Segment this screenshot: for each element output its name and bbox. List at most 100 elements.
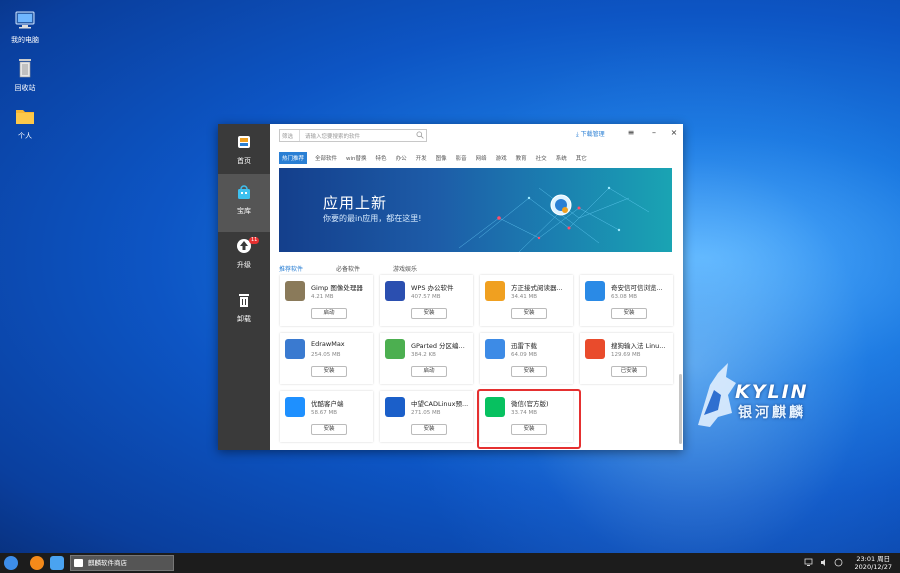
app-logo-icon: [385, 397, 405, 417]
app-size: 384.2 KB: [411, 352, 436, 358]
sidebar-item-label: 升级: [237, 261, 251, 269]
tab-category[interactable]: 办公: [395, 152, 408, 164]
app-action-button[interactable]: 安装: [311, 366, 347, 377]
app-card[interactable]: 迅雷下载 64.09 MB 安装: [480, 333, 573, 384]
app-action-button[interactable]: 启动: [311, 308, 347, 319]
section-tab-games[interactable]: 游戏娱乐: [393, 264, 417, 273]
search-input[interactable]: 请输入您要搜索的软件: [305, 132, 360, 140]
notification-icon[interactable]: [834, 558, 843, 567]
taskbar: 麒麟软件商店 23:01 周日 2020/12/27: [0, 553, 900, 573]
tab-category[interactable]: 开发: [415, 152, 428, 164]
folder-icon: [16, 110, 34, 124]
app-card[interactable]: 搜狗输入法 Linu... 129.69 MB 已安装: [580, 333, 673, 384]
app-logo-icon: [385, 281, 405, 301]
desktop-icon-trash[interactable]: 回收站: [0, 58, 50, 93]
app-action-button[interactable]: 安装: [511, 366, 547, 377]
app-size: 4.21 MB: [311, 294, 334, 300]
taskbar-item-software-store[interactable]: 麒麟软件商店: [70, 555, 174, 571]
app-name: GParted 分区编...: [411, 342, 465, 350]
app-logo-icon: [485, 281, 505, 301]
store-icon: [238, 185, 250, 199]
file-manager-icon[interactable]: [50, 556, 64, 570]
search-box[interactable]: 筛选 请输入您要搜索的软件: [279, 129, 427, 142]
start-menu-icon[interactable]: [4, 556, 18, 570]
banner-title: 应用上新: [323, 194, 388, 212]
desktop-icon-computer[interactable]: 我的电脑: [0, 10, 50, 45]
clock[interactable]: 23:01 周日 2020/12/27: [855, 555, 892, 571]
tab-category[interactable]: 社交: [535, 152, 548, 164]
menu-button[interactable]: ≡: [625, 127, 637, 139]
upgrade-badge: 11: [249, 237, 260, 244]
app-action-button[interactable]: 安装: [411, 308, 447, 319]
desktop-icon-folder[interactable]: 个人: [0, 106, 50, 141]
app-size: 129.69 MB: [611, 352, 641, 358]
app-logo-icon: [385, 339, 405, 359]
uninstall-icon: [239, 294, 249, 307]
tab-category[interactable]: 系统: [555, 152, 568, 164]
sidebar-item-label: 首页: [237, 157, 251, 165]
app-action-button[interactable]: 已安装: [611, 366, 647, 377]
app-size: 271.05 MB: [411, 410, 441, 416]
sidebar-item-upgrade[interactable]: 11 升级: [218, 228, 270, 286]
tab-category[interactable]: 特色: [375, 152, 388, 164]
app-name: 奇安信可信浏览...: [611, 284, 663, 292]
close-button[interactable]: ×: [668, 127, 680, 139]
sidebar-item-store[interactable]: 宝库: [218, 174, 270, 232]
section-tab-essential[interactable]: 必备软件: [336, 264, 360, 273]
app-name: 迅雷下载: [511, 342, 537, 350]
minimize-button[interactable]: –: [648, 127, 660, 139]
volume-icon[interactable]: [820, 558, 829, 567]
search-scope-select[interactable]: 筛选: [280, 130, 300, 141]
app-logo-icon: [585, 281, 605, 301]
app-card[interactable]: 奇安信可信浏览... 63.08 MB 安装: [580, 275, 673, 326]
app-action-button[interactable]: 安装: [511, 308, 547, 319]
banner-subtitle: 你要的最in应用，都在这里!: [323, 214, 422, 223]
sidebar-item-uninstall[interactable]: 卸载: [218, 282, 270, 340]
network-icon[interactable]: [804, 558, 813, 567]
app-size: 407.57 MB: [411, 294, 441, 300]
tab-category[interactable]: 其它: [575, 152, 588, 164]
section-tab-recommended[interactable]: 推荐软件: [279, 264, 303, 273]
app-card[interactable]: 方正接式阅读器... 34.41 MB 安装: [480, 275, 573, 326]
app-card[interactable]: 优酷客户端 58.67 MB 安装: [280, 391, 373, 442]
app-name: 搜狗输入法 Linu...: [611, 342, 666, 350]
app-name: 方正接式阅读器...: [511, 284, 563, 292]
promo-banner[interactable]: 应用上新 你要的最in应用，都在这里!: [279, 168, 672, 252]
app-logo-icon: [585, 339, 605, 359]
app-name: WPS 办公软件: [411, 284, 454, 292]
app-card[interactable]: EdrawMax 254.05 MB 安装: [280, 333, 373, 384]
app-action-button[interactable]: 安装: [311, 424, 347, 435]
app-action-button[interactable]: 启动: [411, 366, 447, 377]
tab-category[interactable]: 影音: [455, 152, 468, 164]
download-manager-label: 下载管理: [580, 131, 605, 138]
app-size: 64.09 MB: [511, 352, 538, 358]
sidebar-item-label: 卸载: [237, 315, 251, 323]
app-name: Gimp 图像处理器: [311, 284, 363, 292]
app-card[interactable]: WPS 办公软件 407.57 MB 安装: [380, 275, 473, 326]
tab-category[interactable]: 网络: [475, 152, 488, 164]
tab-category[interactable]: 全部软件: [314, 152, 338, 164]
download-manager-button[interactable]: ⤓ 下载管理: [576, 129, 605, 139]
tab-category[interactable]: 图像: [435, 152, 448, 164]
app-action-button[interactable]: 安装: [411, 424, 447, 435]
app-card[interactable]: 中望CADLinux预... 271.05 MB 安装: [380, 391, 473, 442]
app-card[interactable]: GParted 分区编... 384.2 KB 启动: [380, 333, 473, 384]
app-logo-icon: [285, 397, 305, 417]
search-icon[interactable]: [416, 131, 424, 139]
tab-category[interactable]: 教育: [515, 152, 528, 164]
tab-category[interactable]: win替换: [345, 152, 368, 164]
software-store-window: 首页 宝库 11 升级 卸载 筛选 请输入您要搜索的软件 ⤓ 下载管理 ≡ – …: [218, 124, 683, 450]
scrollbar[interactable]: [679, 374, 682, 444]
kylin-brand-name: KYLIN: [735, 381, 809, 403]
tab-category[interactable]: 热门推荐: [279, 152, 308, 164]
app-card[interactable]: Gimp 图像处理器 4.21 MB 启动: [280, 275, 373, 326]
tab-category[interactable]: 游戏: [495, 152, 508, 164]
clock-date: 2020/12/27: [854, 563, 892, 571]
sidebar: 首页 宝库 11 升级 卸载: [218, 124, 270, 450]
app-size: 254.05 MB: [311, 352, 341, 358]
sidebar-item-label: 宝库: [237, 207, 251, 215]
taskbar-item-label: 麒麟软件商店: [88, 559, 127, 567]
app-action-button[interactable]: 安装: [611, 308, 647, 319]
browser-icon[interactable]: [30, 556, 44, 570]
kylin-brand-subtitle: 银河麒麟: [738, 405, 806, 421]
